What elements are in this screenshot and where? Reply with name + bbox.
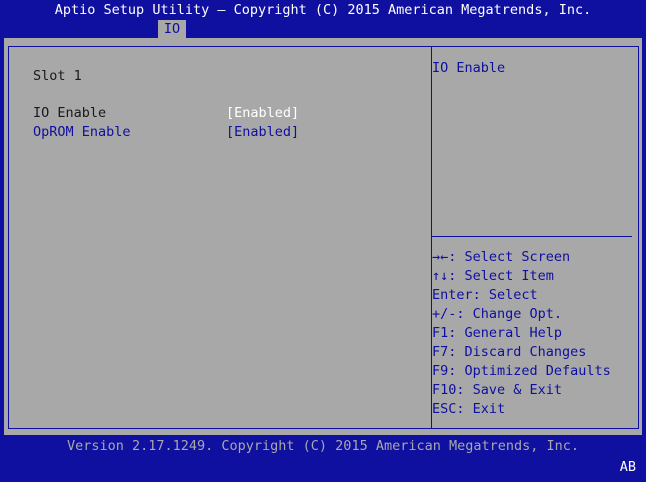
setting-label-oprom-enable: OpROM Enable <box>33 124 131 140</box>
setting-label-io-enable: IO Enable <box>33 105 107 121</box>
key-legend: →←: Select Screen ↑↓: Select Item Enter:… <box>432 248 611 419</box>
version-footer: Version 2.17.1249. Copyright (C) 2015 Am… <box>66 438 580 454</box>
window-title: Aptio Setup Utility – Copyright (C) 2015… <box>54 2 592 18</box>
help-title: IO Enable <box>432 60 506 76</box>
corner-indicator: AB <box>619 459 636 475</box>
tab-io[interactable]: IO <box>158 20 186 39</box>
setting-value-oprom-enable[interactable]: [Enabled] <box>226 123 299 142</box>
key-select-item: ↑↓: Select Item <box>432 268 554 284</box>
key-enter-select: Enter: Select <box>432 287 538 303</box>
setting-value-io-enable[interactable]: [Enabled] <box>226 104 299 123</box>
key-select-screen: →←: Select Screen <box>432 249 571 265</box>
key-optimized-defaults: F9: Optimized Defaults <box>432 363 611 379</box>
help-divider <box>432 236 632 237</box>
key-general-help: F1: General Help <box>432 325 563 341</box>
key-save-exit: F10: Save & Exit <box>432 382 563 398</box>
key-discard-changes: F7: Discard Changes <box>432 344 587 360</box>
key-exit: ESC: Exit <box>432 401 506 417</box>
settings-pane: Slot 1 IO Enable [Enabled] OpROM Enable … <box>8 46 432 429</box>
section-heading: Slot 1 <box>33 68 82 84</box>
key-change-option: +/-: Change Opt. <box>432 306 563 322</box>
